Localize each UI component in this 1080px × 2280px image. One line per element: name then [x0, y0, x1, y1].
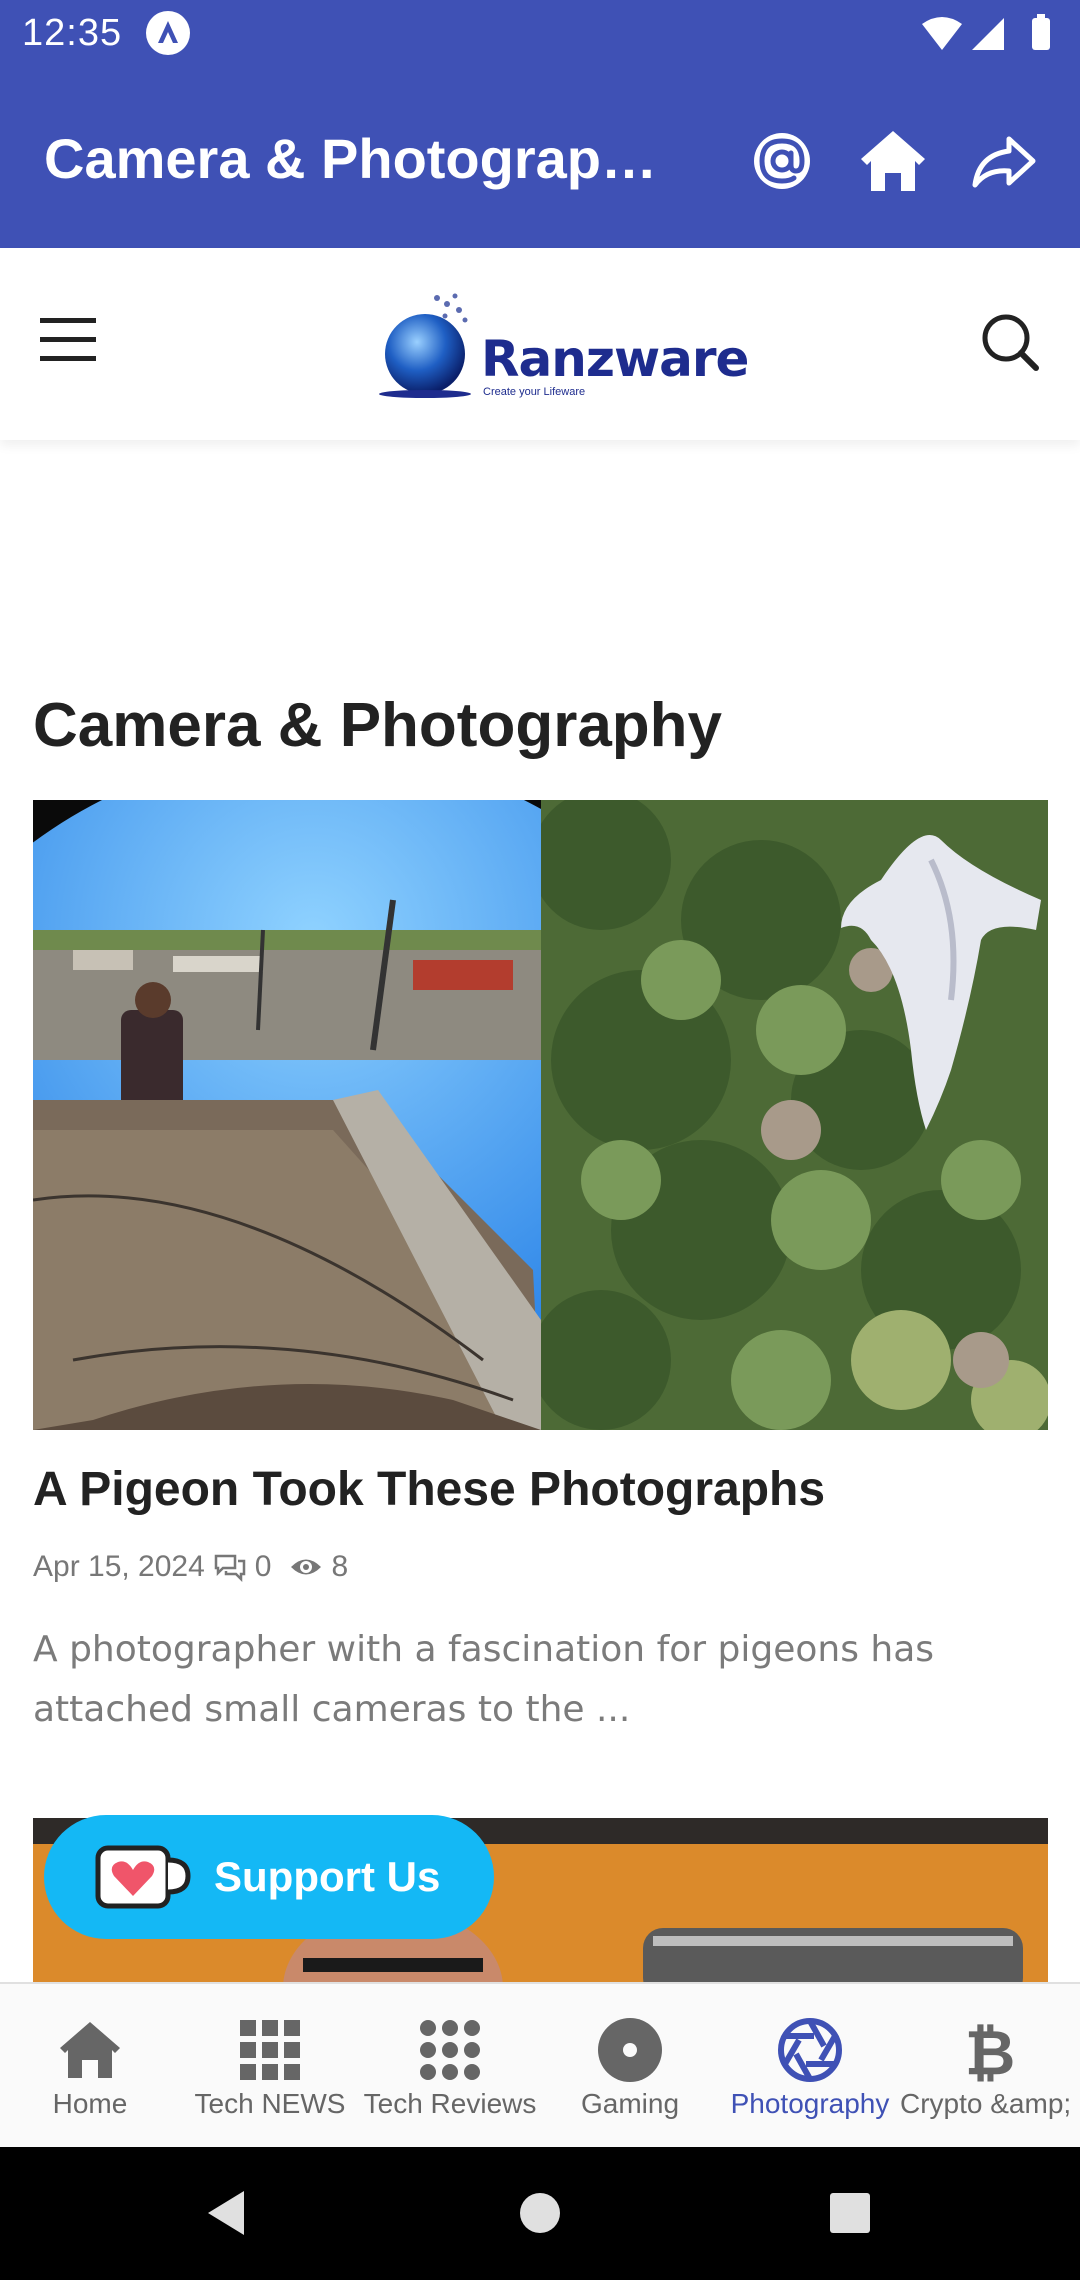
bitcoin-icon: ₿: [965, 2016, 1016, 2084]
home-button-icon[interactable]: [520, 2193, 560, 2233]
notification-icon: [146, 11, 190, 55]
article-date: Apr 15, 2024: [33, 1550, 205, 1583]
support-us-button[interactable]: Support Us: [44, 1815, 494, 1939]
status-icons: [922, 14, 1050, 50]
app-bar: Camera & Photography...: [0, 66, 1080, 248]
article-image[interactable]: [33, 800, 1048, 1430]
fisheye-photo: [33, 800, 541, 1430]
comment-count: 0: [254, 1550, 272, 1583]
nav-item-tech-reviews[interactable]: Tech Reviews: [360, 1984, 540, 2149]
bottom-navigation: Home Tech NEWS Tech Reviews Gaming Photo…: [0, 1982, 1080, 2147]
view-count: 8: [331, 1550, 349, 1583]
logo-tagline: Create your Lifeware: [483, 386, 586, 398]
support-us-label: Support Us: [214, 1853, 441, 1900]
views-eye-icon: [291, 1559, 322, 1575]
site-header: Ranzware Create your Lifeware: [0, 248, 1080, 440]
comments-icon: [214, 1554, 246, 1582]
logo-text: Ranzware: [481, 330, 749, 388]
dots-grid-icon: [420, 2020, 480, 2080]
app-title: Camera & Photography...: [44, 127, 684, 190]
globe-logo-icon: [379, 293, 471, 398]
share-icon[interactable]: [963, 121, 1043, 201]
hamburger-menu-icon[interactable]: [38, 312, 98, 368]
page-title: Camera & Photography: [33, 691, 723, 760]
back-icon[interactable]: [208, 2191, 244, 2235]
nav-item-tech-news[interactable]: Tech NEWS: [180, 1984, 360, 2149]
svg-text:₿: ₿: [965, 2016, 1016, 2084]
article-meta: Apr 15, 2024 0 8: [33, 1550, 348, 1584]
site-logo[interactable]: Ranzware Create your Lifeware: [375, 290, 749, 410]
grid-icon: [240, 2020, 300, 2080]
nav-item-home[interactable]: Home: [0, 1984, 180, 2149]
status-time: 12:35: [22, 12, 123, 54]
nav-label-photography: Photography: [730, 2088, 890, 2119]
nav-item-photography[interactable]: Photography: [720, 1984, 900, 2149]
status-bar: 12:35: [0, 0, 1080, 66]
disc-icon: [598, 2018, 662, 2082]
article-excerpt: A photographer with a fascination for pi…: [33, 1629, 935, 1730]
system-navigation-bar: [0, 2147, 1080, 2280]
nav-item-gaming[interactable]: Gaming: [540, 1984, 720, 2149]
recents-icon[interactable]: [830, 2193, 870, 2233]
article-title[interactable]: A Pigeon Took These Photographs: [33, 1462, 825, 1517]
at-sign-icon[interactable]: [742, 121, 822, 201]
aperture-icon: [778, 2018, 842, 2082]
home-icon[interactable]: [853, 121, 933, 201]
aerial-photo: [541, 800, 1048, 1430]
home-icon: [60, 2022, 120, 2078]
heart-cup-icon: [95, 1845, 191, 1909]
nav-label-crypto: Crypto &amp; Bitc: [900, 2088, 1080, 2119]
nav-item-crypto[interactable]: ₿ Crypto &amp; Bitc: [900, 1984, 1080, 2149]
search-icon[interactable]: [978, 310, 1042, 374]
